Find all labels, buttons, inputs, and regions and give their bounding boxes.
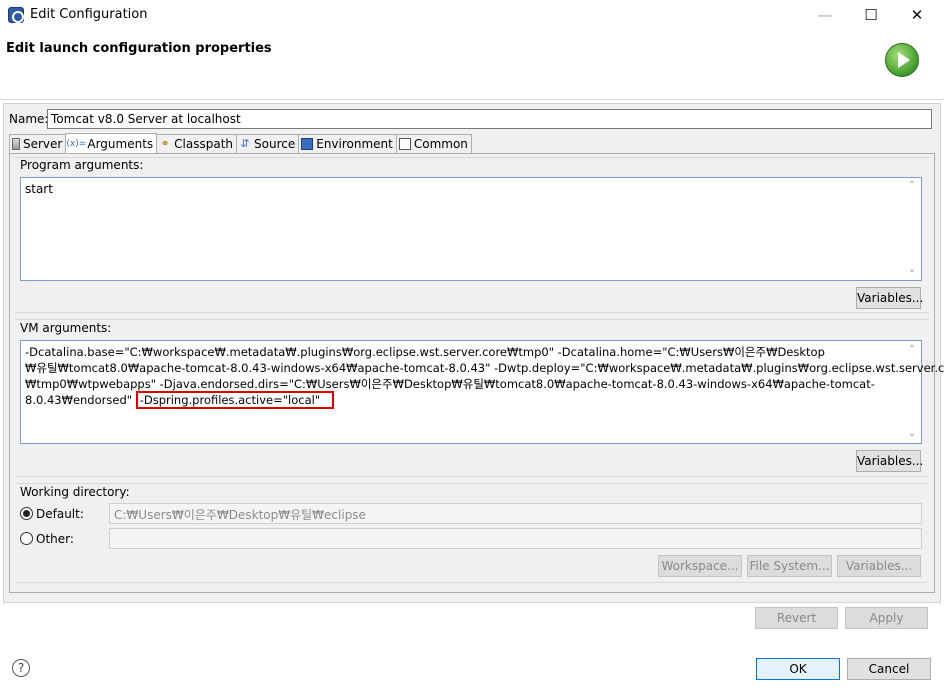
maximize-button[interactable]: ☐ [848, 0, 894, 30]
tab-server-label: Server [23, 137, 63, 151]
ok-button[interactable]: OK [756, 658, 840, 680]
environment-icon [301, 138, 314, 150]
workspace-button[interactable]: Workspace... [658, 555, 742, 577]
program-variables-button[interactable]: Variables... [856, 287, 923, 309]
tab-arguments[interactable]: (x)= Arguments [65, 133, 158, 153]
default-radio[interactable] [20, 507, 33, 520]
source-icon: ⇵ [240, 137, 250, 150]
window-title: Edit Configuration [30, 7, 148, 22]
scroll-up-arrow-icon[interactable]: ⌃ [906, 180, 918, 192]
highlighted-spring-profile-arg: -Dspring.profiles.active="local" [135, 391, 335, 409]
name-label: Name: [9, 112, 49, 126]
tab-environment[interactable]: Environment [298, 134, 397, 153]
common-icon [398, 138, 411, 150]
program-arguments-text: start [25, 182, 53, 196]
tab-source[interactable]: ⇵ Source [236, 134, 300, 153]
help-icon[interactable]: ? [12, 659, 30, 677]
tab-common-label: Common [413, 137, 468, 151]
tab-common[interactable]: Common [395, 134, 472, 153]
other-directory-field [109, 528, 922, 549]
file-system-button[interactable]: File System... [747, 555, 832, 577]
vm-scroll-up-arrow-icon[interactable]: ⌃ [906, 344, 918, 356]
default-directory-field: C:₩Users₩이은주₩Desktop₩유틸₩eclipse [109, 503, 922, 524]
working-directory-label: Working directory: [20, 485, 130, 499]
tab-bar: Server (x)= Arguments ⚭ Classpath ⇵ Sour… [9, 133, 472, 153]
apply-button[interactable]: Apply [845, 607, 928, 629]
tab-classpath[interactable]: ⚭ Classpath [156, 134, 238, 153]
vm-arguments-line-4: 8.0.43₩endorsed" -Dspring.profiles.activ… [25, 391, 917, 409]
tab-classpath-label: Classpath [174, 137, 234, 151]
minimize-button[interactable]: — [802, 0, 848, 30]
tab-environment-label: Environment [316, 137, 393, 151]
vm-arguments-line-2: ₩유틸₩tomcat8.0₩apache-tomcat-8.0.43-windo… [25, 361, 944, 375]
arguments-icon: (x)= [66, 138, 87, 149]
tab-arguments-label: Arguments [87, 136, 154, 151]
revert-button[interactable]: Revert [755, 607, 838, 629]
program-arguments-label: Program arguments: [20, 158, 144, 172]
vm-arguments-label: VM arguments: [20, 321, 112, 335]
tab-server[interactable]: Server [9, 134, 67, 153]
vm-arguments-line-4-prefix: 8.0.43₩endorsed" [25, 393, 133, 407]
run-icon [885, 43, 919, 77]
name-input[interactable] [47, 109, 932, 129]
vm-arguments-textarea[interactable]: -Dcatalina.base="C:₩workspace₩.metadata₩… [20, 340, 944, 444]
default-label: Default: [36, 507, 84, 521]
vm-scroll-down-arrow-icon[interactable]: ⌄ [906, 428, 918, 440]
program-arguments-textarea[interactable]: start [20, 177, 922, 281]
vm-variables-button[interactable]: Variables... [856, 450, 923, 472]
eclipse-app-icon [8, 7, 24, 23]
other-label: Other: [36, 532, 74, 546]
vm-arguments-line-1: -Dcatalina.base="C:₩workspace₩.metadata₩… [25, 345, 825, 359]
vm-arguments-line-3: ₩tmp0₩wtpwebapps" -Djava.endorsed.dirs="… [25, 377, 875, 391]
banner-title: Edit launch configuration properties [6, 41, 272, 56]
close-button[interactable]: ✕ [894, 0, 940, 30]
tab-source-label: Source [254, 137, 296, 151]
scroll-down-arrow-icon[interactable]: ⌄ [906, 264, 918, 276]
cancel-button[interactable]: Cancel [847, 658, 931, 680]
server-icon [12, 138, 20, 150]
other-radio[interactable] [20, 532, 33, 545]
classpath-icon: ⚭ [160, 137, 170, 150]
working-dir-variables-button[interactable]: Variables... [837, 555, 921, 577]
